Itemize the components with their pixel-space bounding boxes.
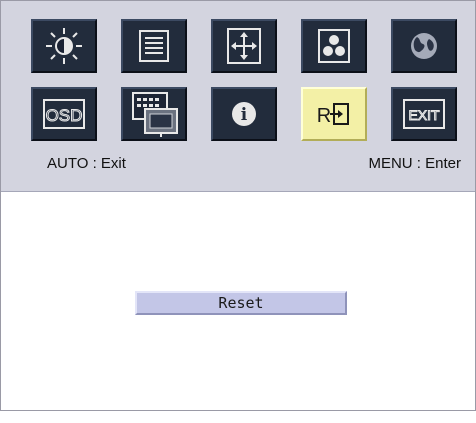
exit-glyph: EXIT (408, 107, 440, 123)
exit-icon[interactable]: EXIT (391, 87, 457, 141)
input-source-icon[interactable] (121, 87, 187, 141)
osd-menu-window: OSD i R EXIT AUTO: Exit MENU: Enter Re… (0, 0, 476, 411)
reset-glyph: R (317, 105, 331, 127)
osd-setup-icon[interactable]: OSD (31, 87, 97, 141)
language-icon[interactable] (391, 19, 457, 73)
hint-menu-enter: MENU : Enter (368, 155, 461, 172)
image-setup-icon[interactable] (121, 19, 187, 73)
color-icon[interactable] (301, 19, 367, 73)
osd-setup-glyph: OSD (46, 106, 83, 125)
reset-menu-item[interactable]: Reset (135, 291, 347, 315)
position-icon[interactable] (211, 19, 277, 73)
information-glyph: i (241, 105, 248, 125)
information-icon[interactable]: i (211, 87, 277, 141)
brightness-icon[interactable] (31, 19, 97, 73)
panel-divider (1, 191, 475, 192)
hint-auto-exit: AUTO : Exit (47, 155, 126, 172)
reset-icon[interactable]: R (301, 87, 367, 141)
osd-icon-panel: OSD i R EXIT AUTO: Exit MENU: Enter (1, 1, 475, 191)
